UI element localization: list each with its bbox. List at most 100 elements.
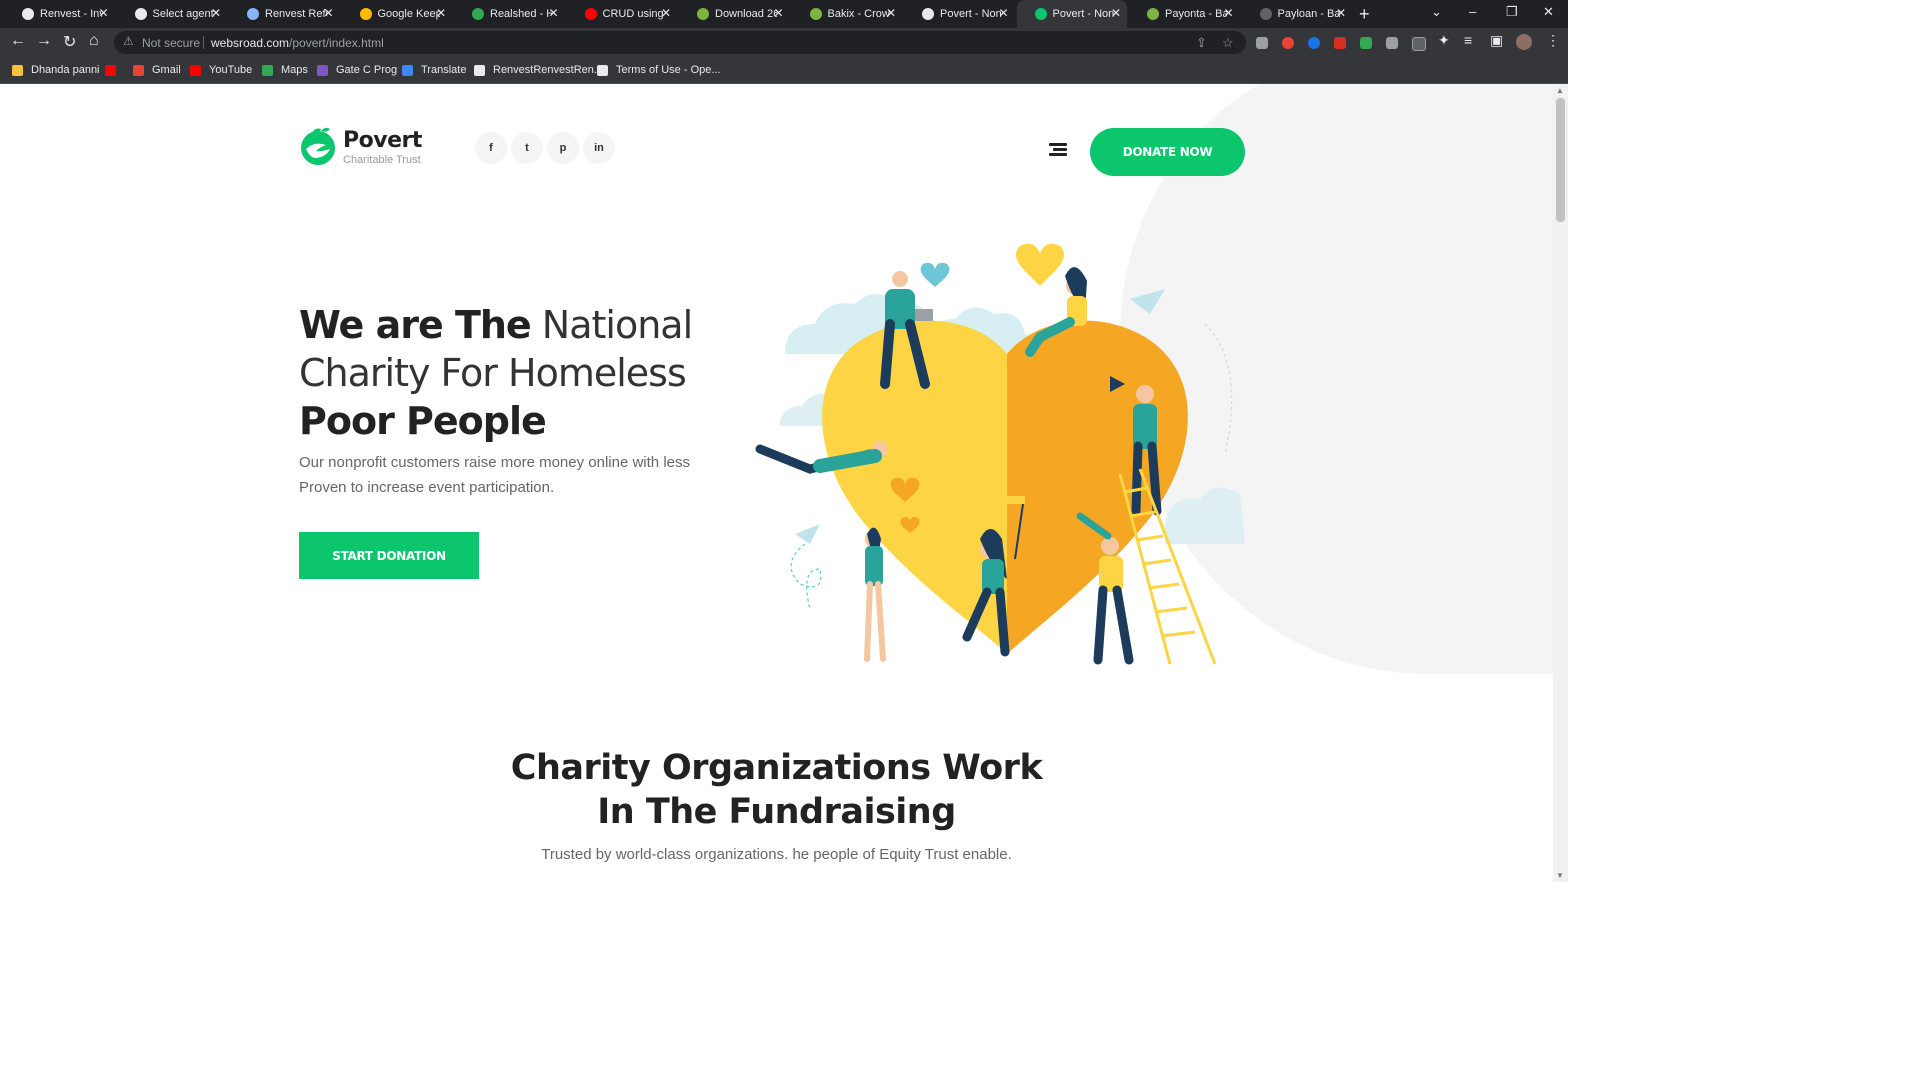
record-extension-icon[interactable]	[1282, 37, 1294, 49]
browser-tab[interactable]: CRUD using D✕	[567, 0, 678, 28]
section-title-text: Charity Organizations Work In The Fundra…	[510, 748, 1043, 832]
tab-close-icon[interactable]: ✕	[436, 6, 446, 20]
tab-close-icon[interactable]: ✕	[1111, 6, 1121, 20]
bookmark-item[interactable]: Gate C Prog	[317, 62, 397, 78]
share-icon[interactable]: ⇪	[1196, 35, 1207, 51]
tab-close-icon[interactable]: ✕	[548, 6, 558, 20]
browser-tab[interactable]: Renvest Refer✕	[229, 0, 340, 28]
scroll-down-icon[interactable]: ▼	[1556, 871, 1564, 880]
scrollbar-thumb[interactable]	[1556, 98, 1565, 222]
extensions-puzzle-icon[interactable]: ✦	[1438, 32, 1450, 49]
hamburger-menu-icon[interactable]	[1049, 143, 1067, 157]
bookmark-icon	[262, 64, 273, 76]
tab-close-icon[interactable]: ✕	[98, 6, 108, 20]
browser-tab[interactable]: Povert - Nonp ✕	[904, 0, 1015, 28]
twitter-glyph: t	[525, 142, 529, 154]
bookmarks-bar: Dhanda panni Gmail YouTube Maps Gate C Prog T…	[0, 57, 1568, 84]
linkedin-icon[interactable]: in	[583, 132, 615, 164]
browser-menu-icon[interactable]: ⋮	[1546, 32, 1560, 49]
browser-tab[interactable]: Povert - Nonp ✕	[1016, 0, 1127, 28]
tab-favicon-icon	[134, 8, 147, 20]
browser-tab[interactable]: Renvest - Inve✕	[4, 0, 115, 28]
profile-avatar[interactable]	[1516, 34, 1532, 50]
tab-favicon-icon	[697, 8, 709, 20]
bookmark-item[interactable]: YouTube	[190, 62, 252, 78]
tab-close-icon[interactable]: ✕	[886, 6, 896, 20]
side-panel-icon[interactable]: ▣	[1490, 32, 1503, 49]
bookmark-item[interactable]: Dhanda panni	[12, 62, 100, 78]
close-window-icon[interactable]: ✕	[1543, 4, 1554, 20]
site-logo[interactable]: Povert Charitable Trust	[299, 125, 439, 169]
brand-name: Povert	[343, 128, 422, 153]
bookmark-icon	[133, 64, 144, 76]
bookmark-label: RenvestRenvestRen...	[493, 64, 604, 76]
address-bar[interactable]: ⚠ Not secure websroad.com/povert/index.h…	[114, 31, 1246, 54]
browser-tab[interactable]: Payloan - Ban✕	[1242, 0, 1353, 28]
donate-now-button[interactable]: DONATE NOW	[1090, 128, 1245, 176]
forward-icon[interactable]: →	[36, 32, 52, 50]
android-extension-icon[interactable]	[1360, 37, 1372, 49]
start-donation-button[interactable]: START DONATION	[299, 532, 479, 579]
twitter-icon[interactable]: t	[511, 132, 543, 164]
minimize-icon[interactable]: –	[1469, 4, 1476, 19]
url-path: /povert/index.html	[289, 36, 384, 50]
bookmark-item[interactable]: Gmail	[133, 62, 181, 78]
tab-close-icon[interactable]: ✕	[323, 6, 333, 20]
restore-icon[interactable]: ❐	[1506, 4, 1518, 20]
hero-description: Our nonprofit customers raise more money…	[299, 454, 690, 496]
tab-favicon-icon	[1259, 8, 1272, 20]
page-viewport: Povert Charitable Trust f t p in DONATE …	[0, 84, 1553, 882]
tab-close-icon[interactable]: ✕	[998, 6, 1008, 20]
new-tab-button[interactable]: +	[1359, 4, 1370, 25]
browser-tab[interactable]: Download 26 ✕	[679, 0, 790, 28]
scroll-up-icon[interactable]: ▲	[1556, 86, 1564, 95]
tab-close-icon[interactable]: ✕	[211, 6, 221, 20]
cursor-extension-icon[interactable]	[1308, 37, 1320, 49]
tab-close-icon[interactable]: ✕	[1223, 6, 1233, 20]
home-icon[interactable]: ⌂	[89, 32, 99, 50]
bookmark-item[interactable]: RenvestRenvestRen...	[474, 62, 603, 78]
browser-tab[interactable]: Realshed - HT✕	[454, 0, 565, 28]
back-icon[interactable]: ←	[10, 32, 26, 50]
bookmark-label: YouTube	[209, 64, 253, 76]
hero-title-bold-2: Poor People	[299, 399, 547, 443]
bookmark-icon	[105, 64, 116, 76]
bookmark-item[interactable]: Maps	[262, 62, 308, 78]
reader-extension-icon[interactable]	[1412, 37, 1426, 51]
tab-search-icon[interactable]: ⌄	[1431, 4, 1442, 20]
browser-tab[interactable]: Bakix - Crowd ✕	[792, 0, 903, 28]
bookmark-star-icon[interactable]: ☆	[1222, 35, 1234, 51]
bookmark-item[interactable]	[105, 62, 124, 78]
hero-title-bold-1: We are The	[299, 303, 532, 347]
security-label: Not secure	[142, 36, 201, 50]
k-extension-icon[interactable]	[1386, 37, 1398, 49]
url-text[interactable]: websroad.com/povert/index.html	[211, 36, 384, 50]
browser-tab[interactable]: Select agent I ✕	[117, 0, 228, 28]
bookmark-label: Maps	[281, 64, 308, 76]
omnibox-divider	[203, 36, 204, 49]
mail-extension-icon[interactable]	[1334, 37, 1346, 49]
tab-title: Payonta - Ban	[1165, 8, 1227, 20]
bookmark-item[interactable]: Terms of Use - Ope...	[597, 62, 721, 78]
bookmark-item[interactable]: Translate	[402, 62, 466, 78]
pinterest-icon[interactable]: p	[547, 132, 579, 164]
section-subtitle: Trusted by world-class organizations. he…	[541, 846, 1012, 863]
url-host: websroad.com	[211, 36, 290, 50]
tab-close-icon[interactable]: ✕	[661, 6, 671, 20]
bookmark-label: Gate C Prog	[336, 64, 398, 76]
page-scrollbar[interactable]: ▲ ▼	[1553, 84, 1568, 882]
cloud-shape	[1165, 487, 1245, 544]
reload-icon[interactable]: ↻	[63, 32, 76, 52]
tab-title: Povert - Nonp	[1052, 8, 1115, 20]
media-control-icon[interactable]: ≡	[1464, 32, 1472, 48]
camera-extension-icon[interactable]	[1256, 37, 1268, 49]
tab-close-icon[interactable]: ✕	[773, 6, 783, 20]
bookmark-label: Translate	[421, 64, 467, 76]
tab-close-icon[interactable]: ✕	[1336, 6, 1346, 20]
brand-tagline: Charitable Trust	[343, 154, 421, 166]
browser-tab[interactable]: Google Keep ✕	[342, 0, 453, 28]
bookmark-icon	[317, 64, 328, 76]
browser-tab[interactable]: Payonta - Ban✕	[1129, 0, 1240, 28]
facebook-icon[interactable]: f	[475, 132, 507, 164]
browser-tab-strip: + ⌄ – ❐ ✕ Renvest - Inve✕Select agent I✕…	[0, 0, 1568, 28]
